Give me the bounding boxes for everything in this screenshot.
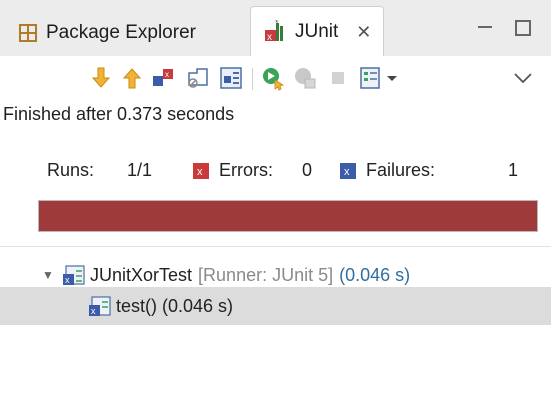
- failures-label: Failures:: [366, 160, 436, 180]
- package-explorer-icon: [19, 24, 37, 42]
- previous-failure-icon[interactable]: [119, 65, 145, 91]
- svg-text:x: x: [165, 70, 169, 79]
- maximize-icon[interactable]: [512, 18, 534, 38]
- show-failures-only-icon[interactable]: x: [150, 65, 176, 91]
- tab-label-junit: JUnit: [295, 21, 339, 42]
- runner-label: [Runner: JUnit 5]: [198, 264, 334, 285]
- history-icon[interactable]: [358, 65, 384, 91]
- progress-bar: [38, 200, 538, 232]
- tab-junit[interactable]: x * JUnit ✕: [250, 6, 385, 57]
- tab-label-package-explorer: Package Explorer: [46, 22, 196, 43]
- tree-item-test-method[interactable]: x test() (0.046 s): [0, 287, 551, 325]
- svg-text:x: x: [197, 166, 203, 178]
- test-failure-icon: x: [89, 296, 111, 316]
- test-class-name: JUnitXorTest: [90, 264, 193, 285]
- toolbar-separator: [252, 68, 253, 90]
- view-menu-icon[interactable]: [510, 65, 536, 91]
- svg-text:x: x: [65, 275, 70, 285]
- error-icon: x: [193, 163, 209, 179]
- svg-text:*: *: [275, 20, 279, 28]
- junit-icon: x *: [265, 20, 283, 43]
- rerun-failed-first-icon[interactable]: [292, 65, 318, 91]
- svg-text:x: x: [91, 306, 96, 316]
- runs-value: 1/1: [127, 160, 153, 180]
- svg-text:x: x: [344, 166, 350, 178]
- stop-icon[interactable]: [325, 65, 351, 91]
- minimize-icon[interactable]: [474, 18, 496, 38]
- errors-label: Errors:: [219, 160, 273, 180]
- failures-value: 1: [508, 160, 519, 180]
- show-skipped-icon[interactable]: [218, 65, 244, 91]
- progress-fill: [39, 201, 537, 231]
- errors-value: 0: [302, 160, 313, 180]
- next-failure-icon[interactable]: [88, 65, 114, 91]
- test-counters: Runs: 1/1 x Errors: 0 x Failures: 1: [0, 152, 551, 188]
- history-dropdown-icon[interactable]: [384, 65, 400, 91]
- class-duration: (0.046 s): [339, 264, 411, 285]
- rerun-icon[interactable]: [260, 65, 286, 91]
- runs-label: Runs:: [47, 160, 95, 180]
- junit-toolbar: x: [0, 56, 551, 100]
- failure-icon: x: [340, 163, 356, 179]
- scroll-lock-icon[interactable]: [185, 65, 211, 91]
- close-tab-icon[interactable]: ✕: [356, 22, 371, 43]
- svg-text:x: x: [267, 32, 272, 43]
- tree-divider: [0, 246, 551, 247]
- test-method-label: test() (0.046 s): [116, 295, 234, 316]
- tab-package-explorer[interactable]: Package Explorer: [18, 10, 196, 56]
- test-suite-failure-icon: x: [63, 265, 85, 285]
- status-text: Finished after 0.373 seconds: [3, 104, 235, 124]
- expand-toggle-icon[interactable]: ▼: [42, 268, 56, 282]
- view-tab-bar: Package Explorer x * JUnit ✕: [0, 0, 551, 57]
